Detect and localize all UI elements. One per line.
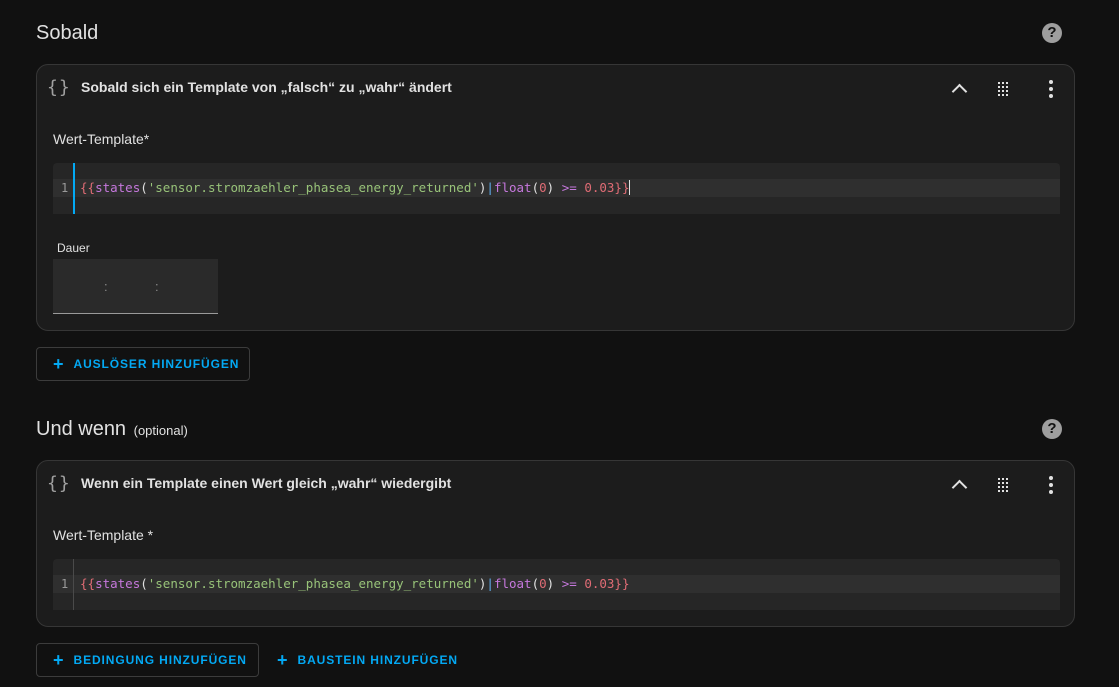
trigger-section-title: Sobald bbox=[36, 22, 98, 45]
code-token: states bbox=[95, 180, 141, 195]
code-token: ( bbox=[140, 576, 148, 591]
duration-input[interactable]: : : bbox=[53, 259, 218, 314]
optional-hint: (optional) bbox=[133, 423, 188, 438]
code-token: 0 bbox=[539, 576, 547, 591]
editor-gutter: 1 bbox=[53, 163, 73, 214]
code-token: ( bbox=[531, 576, 540, 591]
condition-card: {} Wenn ein Template einen Wert gleich „… bbox=[36, 460, 1075, 627]
code-token: }} bbox=[614, 180, 630, 195]
template-code-text[interactable]: {{states('sensor.stromzaehler_phasea_ene… bbox=[80, 576, 629, 591]
dots-vertical-icon bbox=[1049, 80, 1053, 98]
template-code-editor[interactable]: 1 {{states('sensor.stromzaehler_phasea_e… bbox=[53, 559, 1060, 610]
code-token: 0 bbox=[539, 180, 547, 195]
add-trigger-label: AUSLÖSER HINZUFÜGEN bbox=[73, 357, 240, 371]
code-token: {{ bbox=[80, 576, 96, 591]
add-trigger-button[interactable]: + AUSLÖSER HINZUFÜGEN bbox=[36, 347, 250, 381]
value-template-label: Wert-Template* bbox=[53, 131, 150, 147]
code-token: }} bbox=[614, 576, 630, 591]
plus-icon: + bbox=[277, 650, 288, 670]
trigger-card-header[interactable]: {} Sobald sich ein Template von „falsch“… bbox=[37, 65, 1074, 111]
code-token: ( bbox=[140, 180, 148, 195]
chevron-up-icon bbox=[951, 479, 967, 496]
condition-card-header[interactable]: {} Wenn ein Template einen Wert gleich „… bbox=[37, 461, 1074, 507]
add-building-block-button[interactable]: + BAUSTEIN HINZUFÜGEN bbox=[261, 643, 474, 677]
trigger-card-title: Sobald sich ein Template von „falsch“ zu… bbox=[81, 79, 452, 95]
code-token: {{ bbox=[80, 180, 96, 195]
editor-gutter: 1 bbox=[53, 559, 73, 610]
overflow-menu-button[interactable] bbox=[1037, 471, 1065, 499]
value-template-label: Wert-Template * bbox=[53, 527, 154, 543]
line-number: 1 bbox=[61, 577, 69, 591]
drag-grip-icon bbox=[998, 82, 1008, 96]
code-token: >= bbox=[561, 180, 577, 195]
code-token: | bbox=[486, 180, 494, 195]
trigger-section-title-text: Sobald bbox=[36, 22, 99, 44]
add-condition-button[interactable]: + BEDINGUNG HINZUFÜGEN bbox=[36, 643, 259, 677]
duration-label: Dauer bbox=[57, 241, 90, 255]
chevron-up-icon bbox=[951, 83, 967, 100]
drag-handle[interactable] bbox=[989, 471, 1017, 499]
collapse-button[interactable] bbox=[945, 471, 973, 499]
help-icon[interactable]: ? bbox=[1042, 419, 1062, 439]
template-code-text[interactable]: {{states('sensor.stromzaehler_phasea_ene… bbox=[80, 180, 631, 195]
code-token: states bbox=[95, 576, 141, 591]
trigger-card: {} Sobald sich ein Template von „falsch“… bbox=[36, 64, 1075, 331]
template-code-editor[interactable]: 1 {{states('sensor.stromzaehler_phasea_e… bbox=[53, 163, 1060, 214]
overflow-menu-button[interactable] bbox=[1037, 75, 1065, 103]
code-token: | bbox=[486, 576, 494, 591]
code-token: float bbox=[493, 576, 532, 591]
duration-separator: : bbox=[155, 279, 159, 294]
add-condition-label: BEDINGUNG HINZUFÜGEN bbox=[73, 653, 247, 667]
gutter-divider bbox=[73, 559, 74, 610]
drag-handle[interactable] bbox=[989, 75, 1017, 103]
code-token: float bbox=[493, 180, 532, 195]
code-braces-icon: {} bbox=[47, 473, 71, 494]
focus-indicator bbox=[73, 163, 75, 214]
code-token: 'sensor.stromzaehler_phasea_energy_retur… bbox=[147, 576, 479, 591]
condition-section-title-text: Und wenn bbox=[36, 418, 127, 440]
collapse-button[interactable] bbox=[945, 75, 973, 103]
code-token: 0.03 bbox=[584, 180, 615, 195]
condition-section-title: Und wenn (optional) bbox=[36, 418, 188, 441]
code-braces-icon: {} bbox=[47, 77, 71, 98]
condition-card-title: Wenn ein Template einen Wert gleich „wah… bbox=[81, 475, 452, 491]
plus-icon: + bbox=[53, 354, 64, 374]
drag-grip-icon bbox=[998, 478, 1008, 492]
code-token: ( bbox=[531, 180, 540, 195]
duration-separator: : bbox=[104, 279, 108, 294]
text-cursor bbox=[629, 180, 631, 195]
code-token: >= bbox=[561, 576, 577, 591]
plus-icon: + bbox=[53, 650, 64, 670]
dots-vertical-icon bbox=[1049, 476, 1053, 494]
automation-editor: Sobald ? {} Sobald sich ein Template von… bbox=[0, 0, 1119, 687]
code-token: 0.03 bbox=[584, 576, 615, 591]
help-icon[interactable]: ? bbox=[1042, 23, 1062, 43]
code-token: 'sensor.stromzaehler_phasea_energy_retur… bbox=[147, 180, 479, 195]
add-building-block-label: BAUSTEIN HINZUFÜGEN bbox=[297, 653, 458, 667]
line-number: 1 bbox=[61, 181, 69, 195]
